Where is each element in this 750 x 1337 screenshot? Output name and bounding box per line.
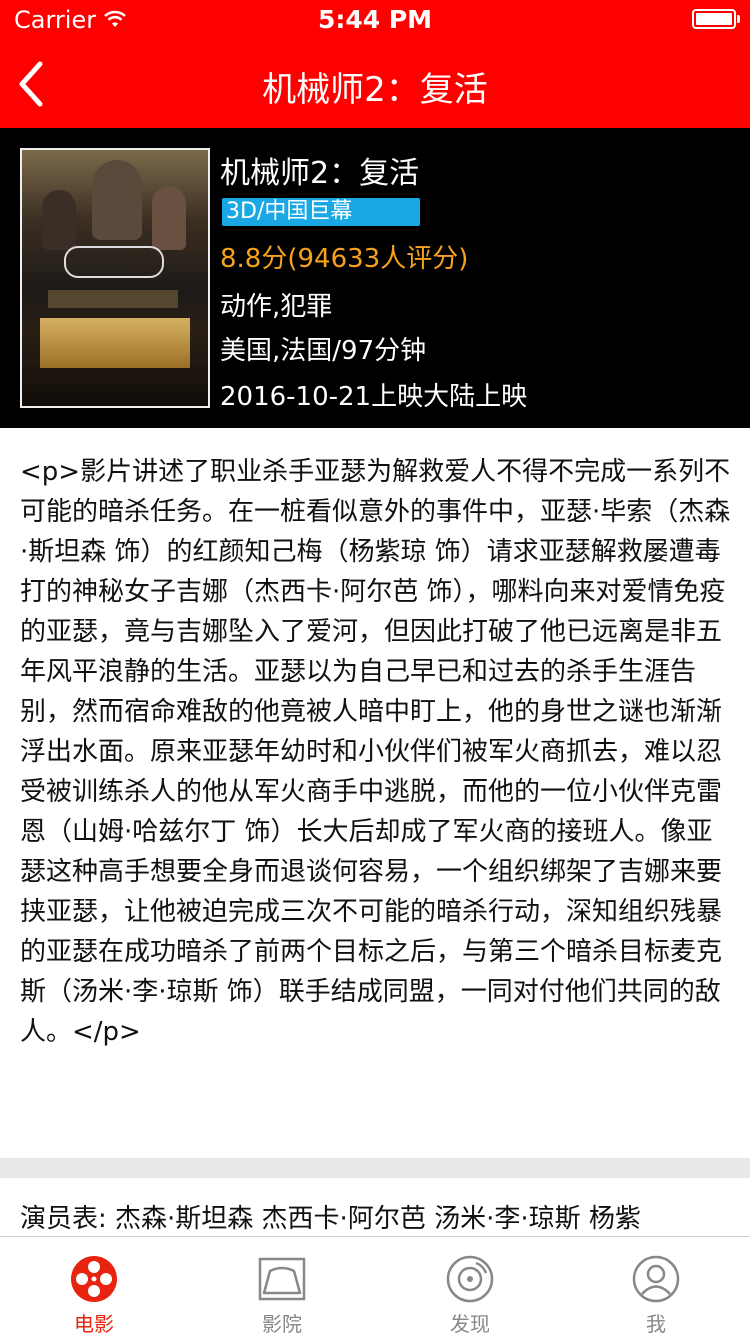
movie-release-date: 2016-10-21上映大陆上映 (220, 382, 528, 412)
tab-movies-label: 电影 (74, 1312, 114, 1336)
status-time: 5:44 PM (317, 5, 433, 34)
cast-list: 演员表: 杰森·斯坦森 杰西卡·阿尔芭 汤米·李·琼斯 杨紫 (20, 1204, 641, 1234)
tab-discover-label: 发现 (450, 1312, 490, 1336)
cinema-screen-icon (258, 1257, 306, 1301)
section-divider (0, 1158, 750, 1178)
movie-country-duration: 美国,法国/97分钟 (220, 336, 427, 366)
movie-genre: 动作,犯罪 (220, 292, 333, 322)
battery-icon (692, 9, 736, 29)
tab-bar: 电影 影院 发现 我 (0, 1236, 750, 1336)
poster-date-badge (64, 246, 164, 278)
tab-cinemas-label: 影院 (262, 1312, 302, 1336)
tab-cinemas[interactable]: 影院 (188, 1237, 376, 1336)
format-badge: 3D/中国巨幕 (222, 198, 420, 226)
tab-discover[interactable]: 发现 (376, 1237, 564, 1336)
page-title: 机械师2：复活 (262, 70, 488, 110)
poster-figure (42, 190, 76, 250)
tab-me-label: 我 (646, 1312, 666, 1336)
poster-tagline (48, 290, 178, 308)
movie-synopsis: <p>影片讲述了职业杀手亚瑟为解救爱人不得不完成一系列不可能的暗杀任务。在一桩看… (20, 457, 731, 1047)
film-reel-icon (71, 1256, 117, 1302)
status-bar: Carrier 5:44 PM (0, 0, 750, 40)
discover-icon (446, 1255, 494, 1303)
movie-poster[interactable] (20, 148, 210, 408)
movie-header: 机械师2：复活 3D/中国巨幕 8.8分(94633人评分) 动作,犯罪 美国,… (0, 128, 750, 428)
user-icon (632, 1255, 680, 1303)
nav-bar: 机械师2：复活 (0, 40, 750, 128)
movie-name: 机械师2：复活 (220, 156, 420, 191)
poster-logo (40, 318, 190, 368)
movie-score: 8.8分(94633人评分) (220, 244, 469, 274)
tab-movies[interactable]: 电影 (0, 1237, 188, 1336)
poster-figure (152, 186, 186, 250)
tab-me[interactable]: 我 (562, 1237, 750, 1336)
battery-tip (737, 15, 740, 23)
poster-figure (92, 160, 142, 240)
